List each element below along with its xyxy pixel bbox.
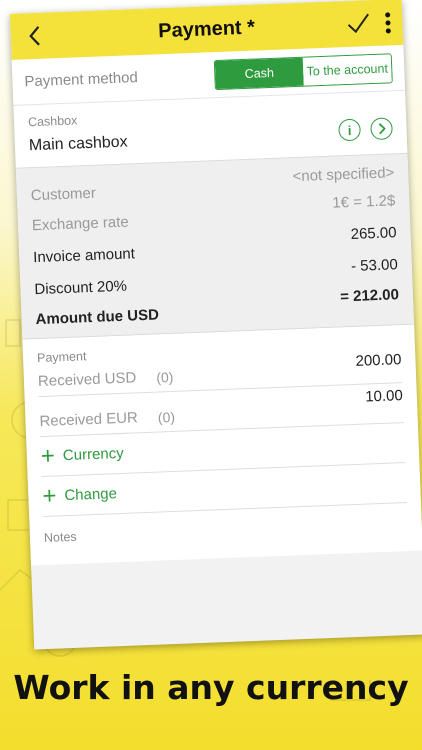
payment-section: Payment Received USD (0) 200.00 Received… bbox=[22, 324, 422, 566]
exchange-rate-value: 1€ = 1.2$ bbox=[332, 192, 396, 212]
back-button[interactable] bbox=[20, 21, 49, 50]
cash-option[interactable]: Cash bbox=[214, 57, 304, 89]
chevron-left-icon bbox=[29, 26, 40, 46]
received-eur-count: (0) bbox=[157, 408, 176, 426]
discount-value: - 53.00 bbox=[350, 256, 399, 275]
checkmark-icon bbox=[347, 13, 369, 34]
received-usd-count: (0) bbox=[155, 368, 174, 386]
payment-method-label: Payment method bbox=[24, 69, 139, 91]
plus-icon: + bbox=[41, 481, 57, 510]
received-usd-value[interactable]: 200.00 bbox=[355, 351, 402, 370]
invoice-amount-value: 265.00 bbox=[350, 224, 397, 243]
to-account-option[interactable]: To the account bbox=[302, 53, 392, 86]
received-usd-label: Received USD bbox=[37, 369, 137, 391]
more-menu-button[interactable] bbox=[382, 8, 393, 36]
payment-method-toggle: Cash To the account bbox=[213, 52, 393, 90]
amount-due-label: Amount due USD bbox=[35, 306, 160, 329]
add-change-label: Change bbox=[64, 485, 118, 505]
promo-caption: Work in any currency bbox=[13, 668, 409, 707]
received-eur-label: Received EUR bbox=[39, 409, 139, 431]
plus-icon: + bbox=[40, 442, 56, 470]
confirm-button[interactable] bbox=[344, 9, 373, 38]
invoice-details: Customer <not specified> Exchange rate 1… bbox=[15, 153, 415, 340]
discount-label: Discount 20% bbox=[34, 277, 128, 299]
add-currency-label: Currency bbox=[62, 444, 125, 465]
received-eur-value[interactable]: 10.00 bbox=[365, 383, 403, 405]
more-vertical-icon bbox=[384, 11, 390, 18]
customer-value: <not specified> bbox=[292, 164, 395, 186]
customer-label: Customer bbox=[30, 184, 97, 205]
phone-screen: Payment * Payment method Cash To the acc… bbox=[9, 0, 422, 650]
notes-label: Notes bbox=[43, 529, 77, 545]
amount-due-value: = 212.00 bbox=[339, 286, 400, 306]
